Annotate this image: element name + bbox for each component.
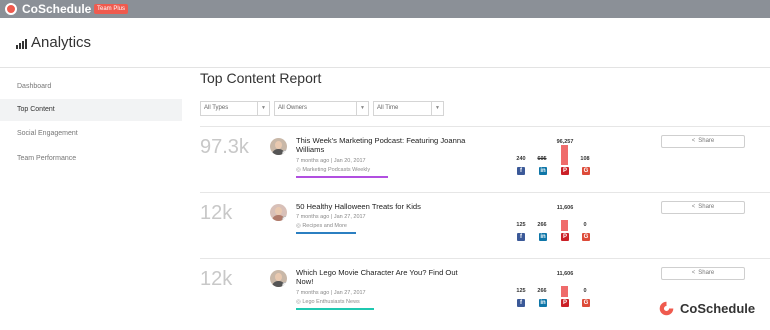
- google-plus-icon: G: [582, 233, 590, 241]
- owner-filter-value: All Owners: [278, 105, 308, 111]
- coschedule-watermark-logo: CoSchedule: [658, 300, 768, 320]
- google-plus-icon: G: [582, 167, 590, 175]
- google-plus-icon: G: [582, 299, 590, 307]
- share-label: Share: [698, 270, 715, 276]
- sidebar: Dashboard Top Content Social Engagement …: [0, 68, 182, 330]
- main-content: Top Content Report All Types ▼ All Owner…: [182, 68, 770, 330]
- top-bar: CoSchedule Team Plus: [0, 0, 770, 18]
- facebook-icon: f: [517, 233, 525, 241]
- brand-name[interactable]: CoSchedule: [22, 2, 91, 16]
- share-button[interactable]: < Share: [661, 201, 745, 214]
- google-count: 0: [583, 288, 587, 294]
- watermark-word: CoSchedule: [680, 301, 756, 316]
- share-button[interactable]: < Share: [661, 267, 745, 280]
- content-score: 12k: [200, 268, 233, 290]
- page-header: Analytics: [0, 18, 770, 68]
- content-meta: 7 months ago | Jan 27, 2017: [296, 214, 366, 220]
- sidebar-item-team-performance[interactable]: Team Performance: [0, 148, 182, 170]
- pinterest-count: 11,606: [556, 205, 574, 211]
- facebook-icon: f: [517, 299, 525, 307]
- content-headline[interactable]: 50 Healthy Halloween Treats for Kids: [296, 202, 476, 211]
- chevron-down-icon: ▼: [431, 102, 443, 115]
- pinterest-icon: P: [561, 233, 569, 241]
- content-meta: 7 months ago | Jan 27, 2017: [296, 290, 366, 296]
- page-title: Analytics: [31, 34, 92, 51]
- pinterest-count: 11,606: [556, 271, 574, 277]
- pinterest-bar: [561, 145, 568, 165]
- type-filter-value: All Types: [204, 105, 229, 111]
- linkedin-count: 266: [537, 222, 547, 228]
- sidebar-item-dashboard[interactable]: Dashboard: [0, 76, 182, 98]
- coschedule-logo-icon[interactable]: [5, 3, 17, 15]
- linkedin-icon: in: [539, 233, 547, 241]
- content-headline[interactable]: Which Lego Movie Character Are You? Find…: [296, 268, 476, 286]
- author-avatar: [270, 138, 287, 155]
- pinterest-bar: [561, 286, 568, 297]
- content-score: 97.3k: [200, 136, 249, 158]
- tag-label: Marketing Podcasts Weekly: [302, 167, 371, 173]
- chevron-down-icon: ▼: [257, 102, 269, 115]
- chevron-down-icon: ▼: [356, 102, 368, 115]
- tag-underline: [296, 308, 374, 310]
- share-icon: <: [691, 204, 696, 210]
- plan-badge: Team Plus: [94, 4, 129, 14]
- content-row[interactable]: 12k 50 Healthy Halloween Treats for Kids…: [200, 192, 770, 256]
- content-tag[interactable]: ◎ Marketing Podcasts Weekly: [296, 167, 370, 173]
- coschedule-mark-icon: [659, 301, 674, 316]
- pinterest-icon: P: [561, 167, 569, 175]
- tag-underline: [296, 176, 388, 178]
- content-tag[interactable]: ◎ Lego Enthusiasts News: [296, 299, 360, 305]
- content-headline[interactable]: This Week's Marketing Podcast: Featuring…: [296, 136, 476, 154]
- time-filter-select[interactable]: All Time ▼: [373, 101, 444, 116]
- facebook-count: 125: [516, 288, 526, 294]
- type-filter-select[interactable]: All Types ▼: [200, 101, 270, 116]
- author-avatar: [270, 270, 287, 287]
- tag-label: Recipes and More: [302, 223, 347, 229]
- report-title: Top Content Report: [200, 70, 322, 86]
- tag-label: Lego Enthusiasts News: [302, 299, 360, 305]
- facebook-count: 240: [516, 156, 526, 162]
- facebook-count: 125: [516, 222, 526, 228]
- content-row[interactable]: 97.3k This Week's Marketing Podcast: Fea…: [200, 126, 770, 190]
- share-label: Share: [698, 138, 715, 144]
- linkedin-count: 695: [537, 156, 547, 162]
- content-tag[interactable]: ◎ Recipes and More: [296, 223, 347, 229]
- linkedin-count: 266: [537, 288, 547, 294]
- facebook-icon: f: [517, 167, 525, 175]
- author-avatar: [270, 204, 287, 221]
- share-icon: <: [691, 138, 696, 144]
- time-filter-value: All Time: [377, 105, 399, 111]
- pinterest-bar: [561, 220, 568, 231]
- sidebar-item-top-content[interactable]: Top Content: [0, 99, 182, 121]
- share-label: Share: [698, 204, 715, 210]
- tag-underline: [296, 232, 356, 234]
- share-button[interactable]: < Share: [661, 135, 745, 148]
- share-icon: <: [691, 270, 696, 276]
- owner-filter-select[interactable]: All Owners ▼: [274, 101, 369, 116]
- linkedin-icon: in: [539, 167, 547, 175]
- content-meta: 7 months ago | Jan 20, 2017: [296, 158, 366, 164]
- google-count: 0: [583, 222, 587, 228]
- sidebar-item-social-engagement[interactable]: Social Engagement: [0, 123, 182, 145]
- google-count: 108: [580, 156, 590, 162]
- content-score: 12k: [200, 202, 233, 224]
- linkedin-icon: in: [539, 299, 547, 307]
- bar-chart-icon: [16, 39, 28, 49]
- pinterest-icon: P: [561, 299, 569, 307]
